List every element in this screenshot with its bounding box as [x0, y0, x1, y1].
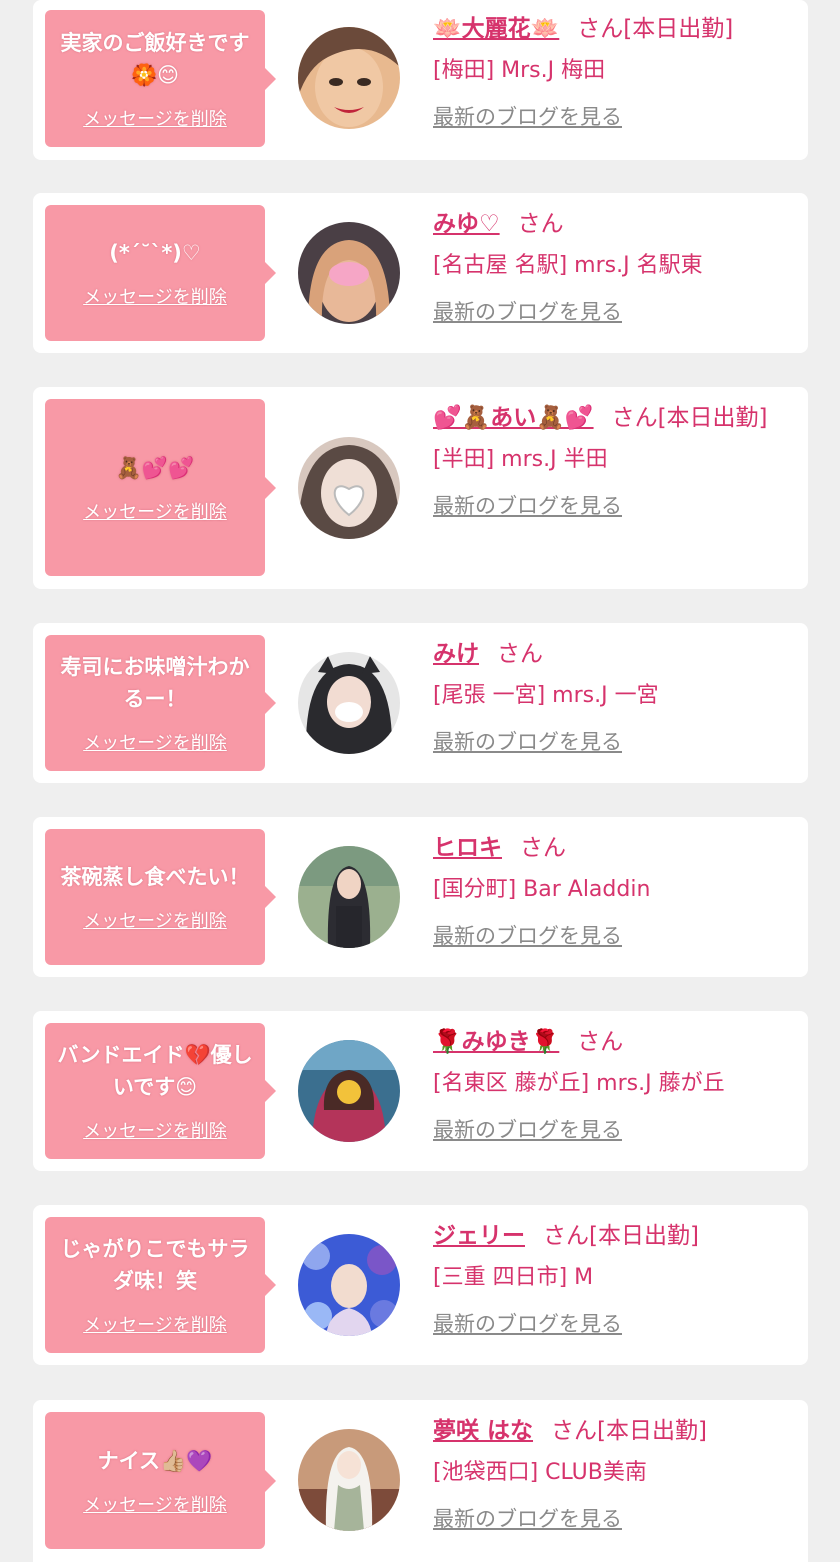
message-card: 🧸💕💕 メッセージを削除 💕🧸あい🧸💕 さん[本日出勤] [半田] mrs.J 半… — [33, 387, 808, 589]
avatar[interactable] — [298, 27, 400, 129]
message-bubble: 実家のご飯好きです🏵️😊 メッセージを削除 — [45, 10, 276, 147]
message-text: バンドエイド💔優しいです😊 — [57, 1043, 253, 1099]
shop-label: [池袋西口] CLUB美南 — [433, 1460, 647, 1485]
cast-name-suffix: さん[本日出勤] — [543, 1223, 699, 1249]
avatar[interactable] — [298, 1234, 400, 1336]
message-list: 実家のご飯好きです🏵️😊 メッセージを削除 🪷大麗花🪷 さん[本日出勤] [梅田]… — [0, 0, 840, 1562]
avatar[interactable] — [298, 437, 400, 539]
cast-name-link[interactable]: 🪷大麗花🪷 — [433, 16, 559, 42]
message-card: 茶碗蒸し食べたい！ メッセージを削除 ヒロキ さん [国分町] Bar Aladd… — [33, 817, 808, 977]
delete-message-link[interactable]: メッセージを削除 — [55, 729, 255, 755]
cast-name-suffix: さん — [497, 641, 543, 667]
cast-name-suffix: さん — [520, 835, 566, 861]
cast-name-suffix: さん[本日出勤] — [611, 405, 768, 431]
cast-name-link[interactable]: ヒロキ — [433, 835, 502, 861]
message-card: ナイス👍🏼💜 メッセージを削除 夢咲 はな さん[本日出勤] [池袋西口] CLU… — [33, 1400, 808, 1562]
avatar[interactable] — [298, 222, 400, 324]
message-text: 実家のご飯好きです🏵️😊 — [60, 30, 250, 87]
message-text: ナイス👍🏼💜 — [97, 1448, 213, 1473]
message-bubble: 茶碗蒸し食べたい！ メッセージを削除 — [45, 829, 276, 965]
avatar[interactable] — [298, 652, 400, 754]
delete-message-link[interactable]: メッセージを削除 — [55, 1311, 255, 1337]
message-text: 茶碗蒸し食べたい！ — [60, 865, 250, 889]
message-text: じゃがりこでもサラダ味！笑 — [60, 1237, 250, 1293]
delete-message-link[interactable]: メッセージを削除 — [55, 498, 255, 524]
cast-name-suffix: さん[本日出勤] — [551, 1418, 707, 1444]
avatar[interactable] — [298, 1040, 400, 1142]
delete-message-link[interactable]: メッセージを削除 — [55, 1117, 255, 1143]
cast-name-link[interactable]: 🌹みゆき🌹 — [433, 1029, 559, 1055]
latest-blog-link[interactable]: 最新のブログを見る — [433, 1309, 622, 1339]
latest-blog-link[interactable]: 最新のブログを見る — [433, 297, 622, 327]
shop-label: [梅田] Mrs.J 梅田 — [433, 58, 606, 83]
latest-blog-link[interactable]: 最新のブログを見る — [433, 102, 622, 132]
message-card: バンドエイド💔優しいです😊 メッセージを削除 🌹みゆき🌹 さん [名東区 藤が丘]… — [33, 1011, 808, 1171]
message-card: 寿司にお味噌汁わかるー！ メッセージを削除 みけ さん [尾張 一宮] mrs.J… — [33, 623, 808, 783]
shop-label: [名古屋 名駅] mrs.J 名駅東 — [433, 253, 703, 278]
shop-label: [半田] mrs.J 半田 — [433, 447, 608, 472]
avatar[interactable] — [298, 846, 400, 948]
message-card: じゃがりこでもサラダ味！笑 メッセージを削除 ジェリー さん[本日出勤] [三重 … — [33, 1205, 808, 1365]
delete-message-link[interactable]: メッセージを削除 — [55, 105, 255, 131]
delete-message-link[interactable]: メッセージを削除 — [55, 1491, 255, 1517]
message-text: (*´˘`*)♡ — [109, 241, 201, 265]
message-bubble: じゃがりこでもサラダ味！笑 メッセージを削除 — [45, 1217, 276, 1353]
latest-blog-link[interactable]: 最新のブログを見る — [433, 491, 622, 521]
message-card: (*´˘`*)♡ メッセージを削除 みゆ♡ さん [名古屋 名駅] mrs.J 名… — [33, 193, 808, 353]
message-bubble: 寿司にお味噌汁わかるー！ メッセージを削除 — [45, 635, 276, 771]
cast-name-link[interactable]: 夢咲 はな — [433, 1418, 533, 1444]
cast-name-suffix: さん — [517, 211, 564, 237]
message-text: 寿司にお味噌汁わかるー！ — [60, 655, 250, 711]
shop-label: [名東区 藤が丘] mrs.J 藤が丘 — [433, 1071, 725, 1096]
cast-name-link[interactable]: 💕🧸あい🧸💕 — [433, 405, 594, 431]
message-bubble: バンドエイド💔優しいです😊 メッセージを削除 — [45, 1023, 276, 1159]
shop-label: [三重 四日市] M — [433, 1265, 594, 1290]
delete-message-link[interactable]: メッセージを削除 — [55, 283, 255, 309]
cast-name-link[interactable]: みゆ♡ — [433, 211, 500, 237]
latest-blog-link[interactable]: 最新のブログを見る — [433, 921, 622, 951]
shop-label: [国分町] Bar Aladdin — [433, 877, 651, 902]
latest-blog-link[interactable]: 最新のブログを見る — [433, 1504, 622, 1534]
message-bubble: ナイス👍🏼💜 メッセージを削除 — [45, 1412, 276, 1549]
cast-name-suffix: さん — [577, 1029, 624, 1055]
avatar[interactable] — [298, 1429, 400, 1531]
message-text: 🧸💕💕 — [115, 455, 195, 480]
delete-message-link[interactable]: メッセージを削除 — [55, 907, 255, 933]
message-bubble: 🧸💕💕 メッセージを削除 — [45, 399, 276, 576]
cast-name-link[interactable]: みけ — [433, 641, 479, 667]
message-card: 実家のご飯好きです🏵️😊 メッセージを削除 🪷大麗花🪷 さん[本日出勤] [梅田]… — [33, 0, 808, 160]
message-bubble: (*´˘`*)♡ メッセージを削除 — [45, 205, 276, 341]
cast-name-link[interactable]: ジェリー — [433, 1223, 525, 1249]
latest-blog-link[interactable]: 最新のブログを見る — [433, 727, 622, 757]
latest-blog-link[interactable]: 最新のブログを見る — [433, 1115, 622, 1145]
shop-label: [尾張 一宮] mrs.J 一宮 — [433, 683, 659, 708]
cast-name-suffix: さん[本日出勤] — [577, 16, 734, 42]
